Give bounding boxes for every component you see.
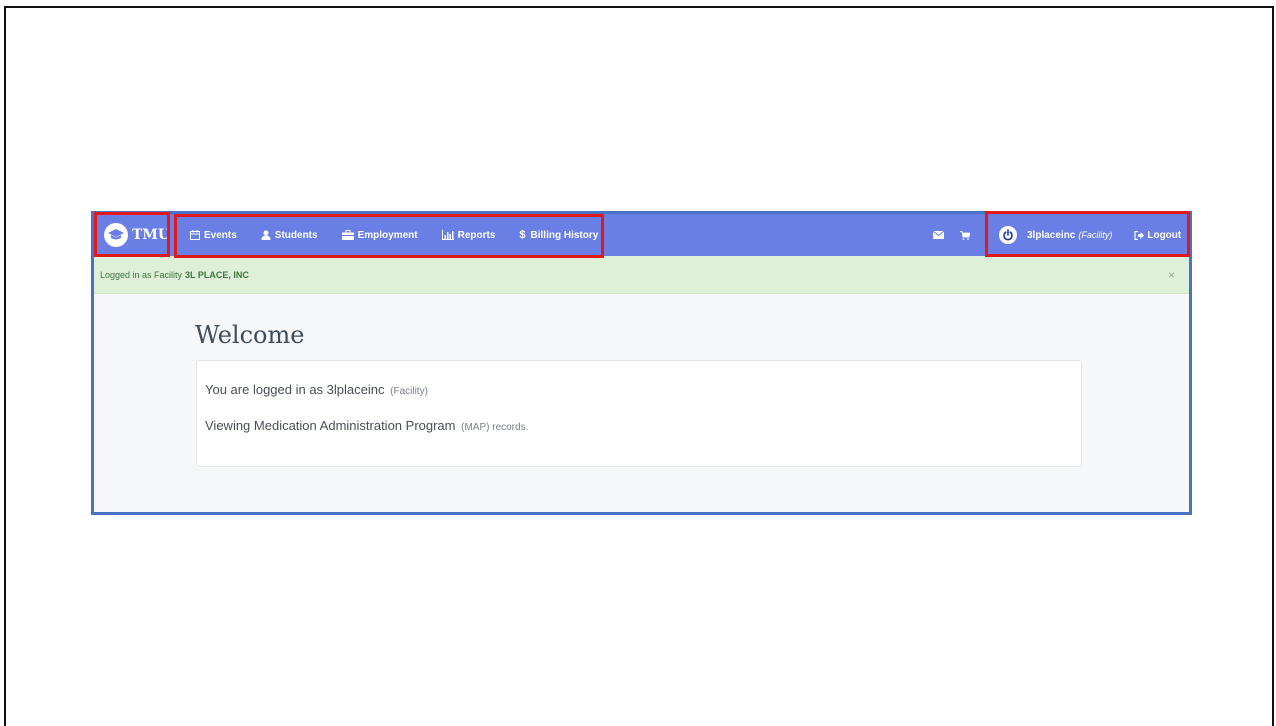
login-status-text: You are logged in as 3lplaceinc — [205, 382, 385, 397]
dollar-icon: $ — [519, 229, 526, 241]
program-line: Viewing Medication Administration Progra… — [205, 418, 528, 433]
nav-billing-history-label: Billing History — [530, 229, 599, 241]
nav-students[interactable]: Students — [261, 230, 318, 241]
brand-link[interactable]: TMU — [100, 219, 170, 251]
calendar-icon — [190, 230, 200, 240]
nav-students-label: Students — [274, 229, 318, 241]
power-icon — [999, 226, 1017, 244]
envelope-icon[interactable] — [933, 231, 944, 239]
cart-icon[interactable] — [960, 230, 970, 240]
logout-button[interactable]: Logout — [1134, 230, 1181, 241]
briefcase-icon — [341, 230, 354, 240]
bar-chart-icon — [441, 230, 454, 240]
login-status-role: (Facility) — [390, 386, 428, 397]
program-suffix: (MAP) records. — [461, 422, 529, 433]
sign-out-icon — [1134, 230, 1145, 240]
username: 3lplaceinc — [1027, 229, 1076, 241]
user-role: (Facility) — [1078, 229, 1113, 240]
close-icon[interactable]: × — [1168, 268, 1175, 282]
info-panel: You are logged in as 3lplaceinc (Facilit… — [196, 360, 1082, 467]
user-account-link[interactable]: 3lplaceinc (Facility) — [1027, 230, 1112, 241]
brand-name: TMU — [132, 227, 171, 243]
nav-events[interactable]: Events — [190, 230, 237, 241]
program-text: Viewing Medication Administration Progra… — [205, 418, 456, 433]
nav-reports-label: Reports — [457, 229, 496, 241]
logout-label: Logout — [1147, 229, 1182, 241]
login-alert: Logged in as Facility 3L PLACE, INC × — [94, 256, 1189, 294]
navbar-utilities — [933, 214, 986, 256]
login-status-line: You are logged in as 3lplaceinc (Facilit… — [205, 382, 428, 397]
user-menu: 3lplaceinc (Facility) Logout — [999, 214, 1181, 256]
nav-reports[interactable]: Reports — [441, 229, 496, 241]
nav-employment-label: Employment — [357, 229, 418, 241]
nav-events-label: Events — [204, 229, 237, 241]
nav-employment[interactable]: Employment — [341, 229, 418, 241]
app-window: TMU Events Students Employment Reports $… — [91, 211, 1192, 515]
graduation-cap-icon — [104, 223, 128, 247]
top-navbar: TMU Events Students Employment Reports $… — [94, 214, 1189, 256]
nav-billing-history[interactable]: $ Billing History — [519, 229, 598, 241]
alert-entity: 3L PLACE, INC — [185, 269, 249, 280]
user-icon — [261, 230, 271, 240]
page-title: Welcome — [195, 321, 305, 349]
main-nav: Events Students Employment Reports $ Bil… — [190, 214, 622, 256]
alert-prefix: Logged in as Facility — [100, 269, 183, 280]
